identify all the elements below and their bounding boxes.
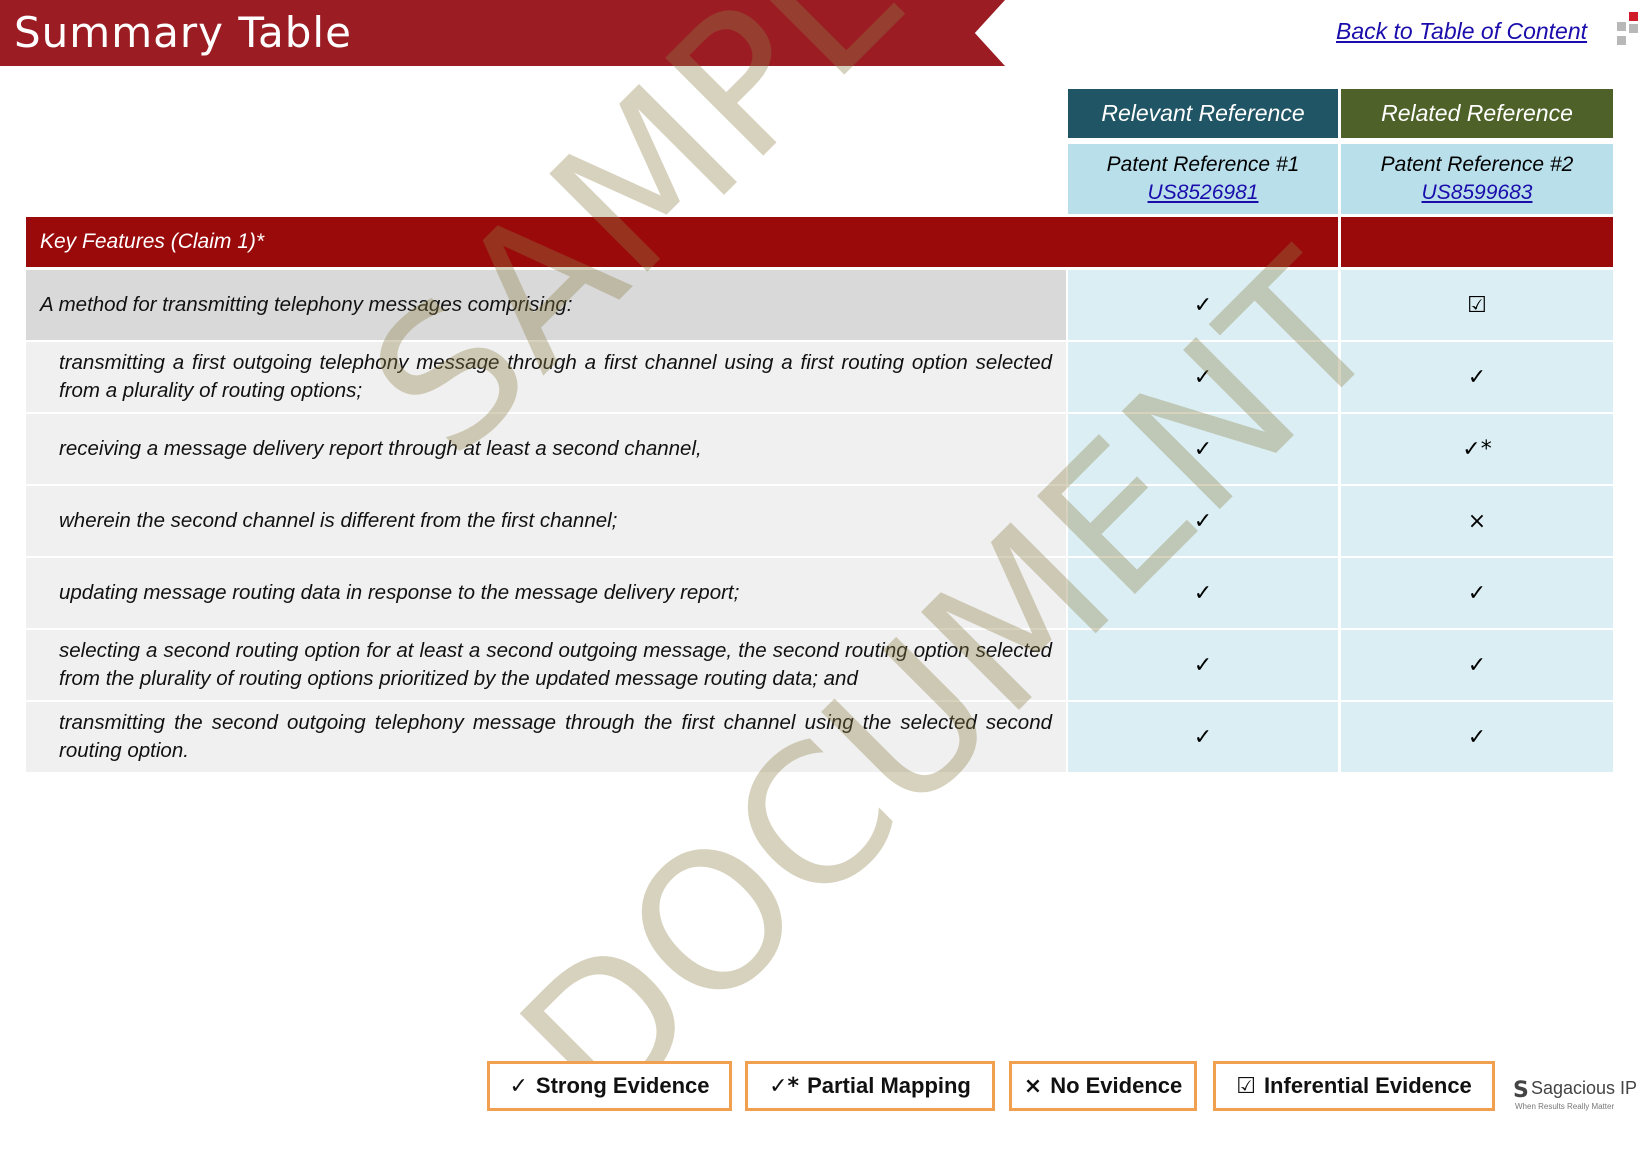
claim-text: A method for transmitting telephony mess… [26, 270, 1066, 340]
brand-name: Sagacious IP [1531, 1078, 1638, 1098]
table-row: A method for transmitting telephony mess… [26, 270, 1613, 340]
claim-text: updating message routing data in respons… [26, 558, 1066, 628]
key-features-header-right [1341, 217, 1613, 267]
checkbox-icon: ☑ [1236, 1073, 1256, 1099]
ref2-evidence: ☑ [1341, 270, 1613, 340]
ref1-evidence: ✓ [1068, 630, 1338, 700]
corner-logo-icon [1617, 12, 1647, 48]
table-row: receiving a message delivery report thro… [26, 414, 1613, 484]
legend-label: No Evidence [1050, 1073, 1183, 1098]
patent-reference-1-title: Patent Reference #1 [1106, 153, 1300, 176]
ref2-evidence: ✓ [1341, 630, 1613, 700]
table-row: transmitting the second outgoing telepho… [26, 702, 1613, 772]
ref1-evidence: ✓ [1068, 342, 1338, 412]
check-icon: ✓ [509, 1073, 528, 1099]
patent-reference-2-link[interactable]: US8599683 [1341, 179, 1613, 207]
ref2-evidence: ✓ [1341, 558, 1613, 628]
ref1-evidence: ✓ [1068, 414, 1338, 484]
back-to-toc-link[interactable]: Back to Table of Content [1336, 18, 1587, 45]
legend-no-evidence: × No Evidence [1009, 1061, 1197, 1111]
cross-icon: × [1023, 1073, 1043, 1099]
table-row: transmitting a first outgoing telephony … [26, 342, 1613, 412]
patent-reference-1: Patent Reference #1 US8526981 [1068, 144, 1338, 214]
patent-reference-1-link[interactable]: US8526981 [1068, 179, 1338, 207]
ref1-evidence: ✓ [1068, 486, 1338, 556]
table-row: wherein the second channel is different … [26, 486, 1613, 556]
claim-text: wherein the second channel is different … [26, 486, 1066, 556]
patent-reference-2-title: Patent Reference #2 [1380, 153, 1574, 176]
table-row: selecting a second routing option for at… [26, 630, 1613, 700]
legend-label: Strong Evidence [535, 1073, 710, 1098]
ref2-evidence: × [1341, 486, 1613, 556]
claim-text: transmitting a first outgoing telephony … [26, 342, 1066, 412]
key-features-header: Key Features (Claim 1)* [26, 217, 1338, 267]
ref2-evidence: ✓ [1341, 702, 1613, 772]
legend-inferential-evidence: ☑ Inferential Evidence [1213, 1061, 1495, 1111]
brand-logo: S Sagacious IP When Results Really Matte… [1513, 1075, 1643, 1115]
claim-text: receiving a message delivery report thro… [26, 414, 1066, 484]
legend-label: Inferential Evidence [1263, 1073, 1472, 1098]
legend-label: Partial Mapping [807, 1073, 971, 1098]
claim-text: selecting a second routing option for at… [26, 630, 1066, 700]
relevant-reference-header: Relevant Reference [1068, 89, 1338, 138]
patent-reference-2: Patent Reference #2 US8599683 [1341, 144, 1613, 214]
ref1-evidence: ✓ [1068, 558, 1338, 628]
check-star-icon: ✓* [769, 1073, 800, 1099]
ref2-evidence: ✓ [1341, 342, 1613, 412]
claim-text: transmitting the second outgoing telepho… [26, 702, 1066, 772]
brand-tagline: When Results Really Matter [1515, 1102, 1615, 1111]
related-reference-header: Related Reference [1341, 89, 1613, 138]
ref1-evidence: ✓ [1068, 270, 1338, 340]
ref2-evidence: ✓* [1341, 414, 1613, 484]
key-features-label: Key Features (Claim 1)* [40, 230, 265, 253]
legend-strong-evidence: ✓ Strong Evidence [487, 1061, 732, 1111]
table-row: updating message routing data in respons… [26, 558, 1613, 628]
ref1-evidence: ✓ [1068, 702, 1338, 772]
page-title: Summary Table [14, 8, 352, 57]
brand-mark-icon: S [1513, 1078, 1529, 1103]
legend-partial-mapping: ✓* Partial Mapping [745, 1061, 995, 1111]
